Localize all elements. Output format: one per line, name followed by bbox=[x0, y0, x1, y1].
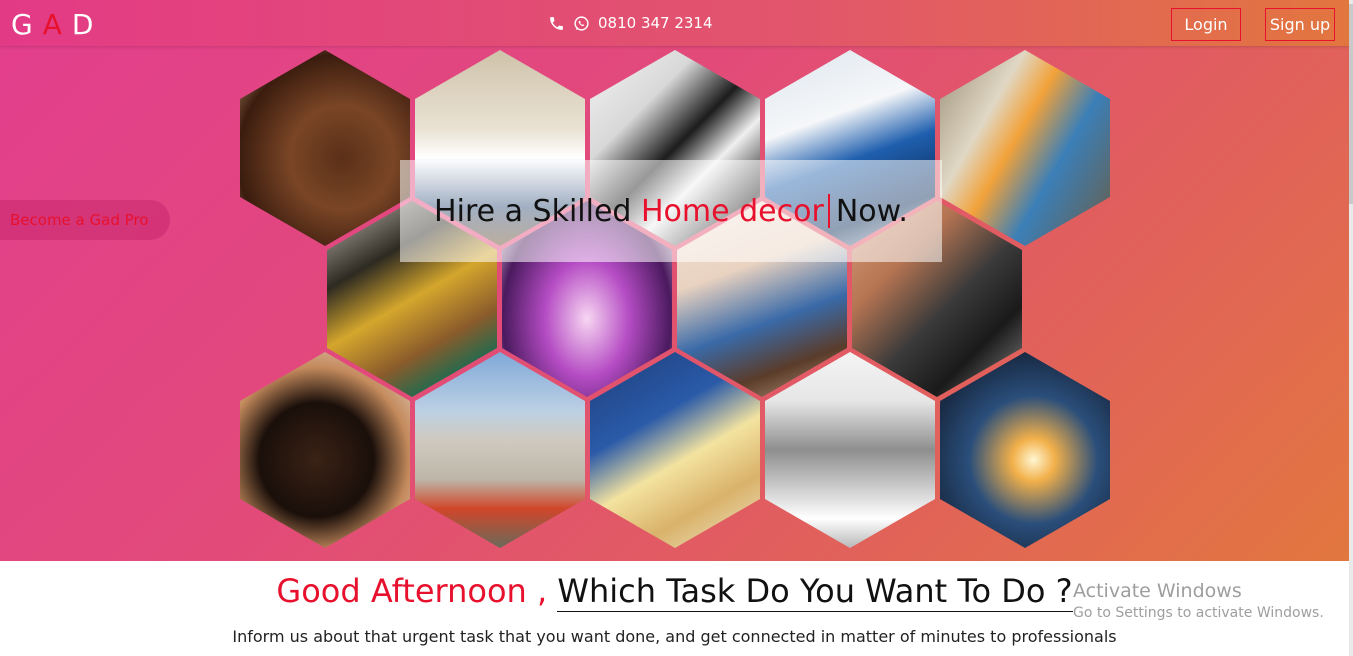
phone-icon bbox=[550, 16, 563, 30]
watermark-subtitle: Go to Settings to activate Windows. bbox=[1073, 605, 1324, 621]
tile-painter[interactable] bbox=[590, 352, 760, 548]
logo-letter-g: G bbox=[11, 8, 43, 41]
phone-number: 0810 347 2314 bbox=[598, 14, 713, 32]
contact-phone[interactable]: 0810 347 2314 bbox=[548, 14, 713, 32]
tile-hair-stylist[interactable] bbox=[240, 352, 410, 548]
typing-cursor bbox=[827, 194, 830, 228]
windows-activation-watermark: Activate Windows Go to Settings to activ… bbox=[1073, 580, 1324, 621]
headline-suffix: Now. bbox=[835, 193, 908, 229]
logo[interactable]: GAD bbox=[11, 8, 103, 41]
watermark-title: Activate Windows bbox=[1073, 580, 1242, 602]
whatsapp-icon bbox=[574, 15, 589, 31]
hero-headline: Hire a Skilled Home decor Now. bbox=[400, 160, 942, 262]
tile-electrician[interactable] bbox=[940, 50, 1110, 246]
task-question: Which Task Do You Want To Do ? bbox=[557, 572, 1073, 612]
become-pro-button[interactable]: Become a Gad Pro bbox=[0, 200, 170, 240]
signup-button[interactable]: Sign up bbox=[1265, 8, 1335, 41]
become-pro-label: Become a Gad Pro bbox=[10, 211, 149, 229]
login-button[interactable]: Login bbox=[1171, 8, 1241, 41]
tile-bricklayer[interactable] bbox=[415, 352, 585, 548]
tile-welder[interactable] bbox=[940, 352, 1110, 548]
logo-letter-a: A bbox=[42, 8, 72, 41]
scrollbar-thumb[interactable] bbox=[1349, 4, 1353, 204]
headline-highlight: Home decor bbox=[641, 193, 824, 229]
greeting-text: Good Afternoon , bbox=[276, 572, 548, 610]
intro-subtext: Inform us about that urgent task that yo… bbox=[232, 627, 1117, 646]
tile-wallpaper[interactable] bbox=[765, 352, 935, 548]
logo-letter-d: D bbox=[71, 8, 104, 41]
headline-prefix: Hire a Skilled bbox=[434, 193, 632, 229]
tile-makeup-artist[interactable] bbox=[240, 50, 410, 246]
top-navbar: GAD 0810 347 2314 Login Sign up bbox=[0, 0, 1349, 46]
page-scrollbar[interactable] bbox=[1349, 0, 1353, 656]
hero-section: Hire a Skilled Home decor Now. Become a G… bbox=[0, 0, 1349, 561]
